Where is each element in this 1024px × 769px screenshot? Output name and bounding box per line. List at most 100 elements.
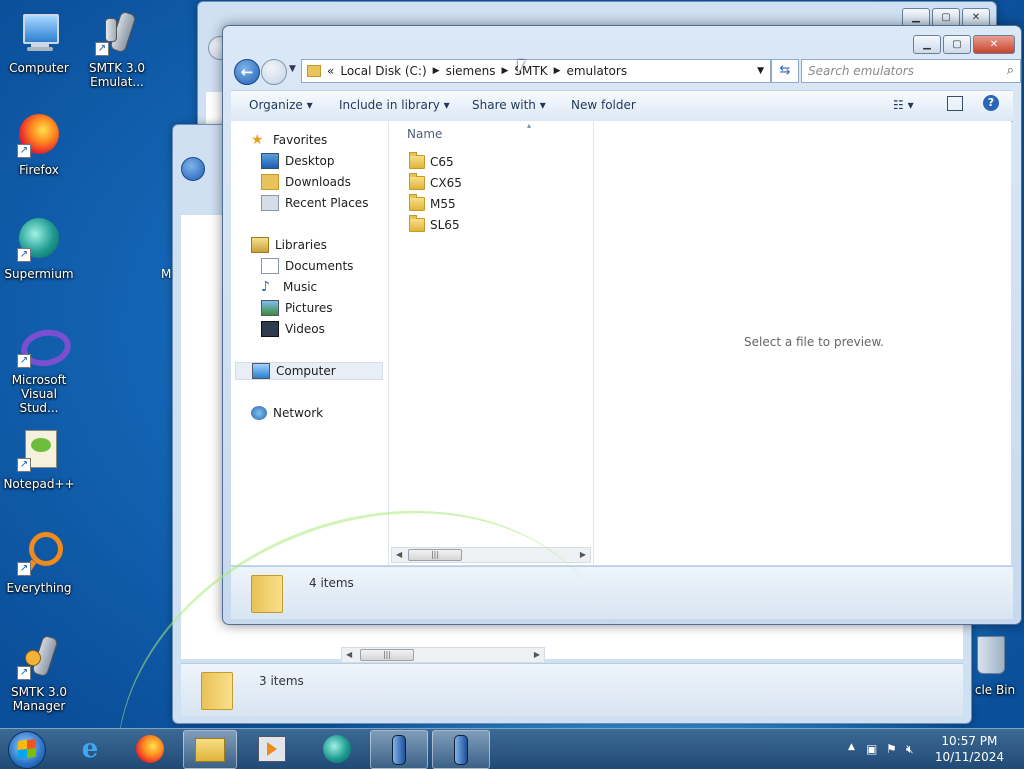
content-area: ★ Favorites Desktop Downloads Recent Pla… (231, 121, 1011, 565)
desktop-icon-visual-studio[interactable]: ↗ Microsoft Visual Stud... (0, 322, 78, 415)
breadcrumb-separator-icon[interactable]: ▶ (501, 66, 508, 76)
nav-favorites[interactable]: ★ Favorites (251, 131, 327, 149)
scroll-right-arrow-icon[interactable]: ▶ (580, 548, 586, 562)
desktop-icon-label: SMTK 3.0 Emulat... (88, 61, 146, 89)
shortcut-arrow-icon: ↗ (95, 42, 109, 56)
windows-explorer-icon (195, 737, 225, 762)
nav-music[interactable]: ♪ Music (261, 278, 317, 296)
refresh-button[interactable]: ⇆ (771, 59, 799, 83)
clock[interactable]: 10:57 PM 10/11/2024 (935, 733, 1004, 765)
partial-label: M (161, 267, 172, 281)
desktop-icon-label: Everything (6, 581, 72, 595)
file-row-c65[interactable]: C65 (409, 152, 454, 171)
organize-button[interactable]: Organize ▾ (249, 98, 313, 112)
scroll-left-arrow-icon[interactable]: ◀ (396, 548, 402, 562)
nav-documents[interactable]: Documents (261, 257, 353, 275)
breadcrumb-siemens[interactable]: siemens (446, 64, 496, 78)
music-icon: ♪ (261, 279, 270, 295)
nav-desktop[interactable]: Desktop (261, 152, 335, 170)
network-icon (251, 406, 267, 420)
horizontal-scrollbar[interactable]: ◀ ||| ▶ (391, 547, 591, 563)
scroll-thumb[interactable]: ||| (408, 549, 462, 561)
desktop-icon-smtk-manager[interactable]: ↗ SMTK 3.0 Manager (0, 634, 78, 713)
shortcut-arrow-icon: ↗ (17, 144, 31, 158)
nav-videos[interactable]: Videos (261, 320, 325, 338)
taskbar-smtk-emulator-2[interactable] (432, 730, 490, 769)
recent-pages-dropdown-icon[interactable]: ▼ (289, 64, 296, 74)
nav-recent-places[interactable]: Recent Places (261, 194, 368, 212)
nav-network[interactable]: Network (251, 404, 323, 422)
share-with-button[interactable]: Share with ▾ (472, 98, 546, 112)
shortcut-arrow-icon: ↗ (17, 458, 31, 472)
scroll-thumb[interactable]: ||| (360, 649, 414, 661)
visual-studio-icon: ↗ (15, 322, 74, 371)
taskbar-supermium[interactable] (309, 730, 365, 767)
scroll-left-arrow-icon[interactable]: ◀ (346, 648, 352, 662)
breadcrumb-overflow[interactable]: « (327, 64, 334, 78)
breadcrumb-local-disk[interactable]: Local Disk (C:) (340, 64, 426, 78)
clock-date: 10/11/2024 (934, 750, 1004, 764)
nav-computer[interactable]: Computer (235, 362, 383, 380)
start-button[interactable] (8, 731, 46, 769)
taskbar-firefox[interactable] (122, 730, 178, 767)
taskbar-media-player[interactable] (244, 730, 300, 767)
star-icon: ★ (251, 132, 264, 148)
volume-muted-icon[interactable]: 🔇︎ (906, 742, 914, 757)
view-options-icon[interactable]: ☷ ▾ (893, 98, 914, 112)
minimize-button[interactable]: ▁ (913, 35, 941, 54)
file-row-cx65[interactable]: CX65 (409, 173, 462, 192)
status-item-count: 4 items (309, 576, 354, 590)
media-player-icon (258, 735, 286, 762)
action-center-flag-icon[interactable]: ⚑ (886, 742, 897, 756)
recent-places-icon (261, 195, 279, 211)
breadcrumb-separator-icon[interactable]: ▶ (554, 66, 561, 76)
mouse-cursor-icon (518, 60, 525, 74)
help-icon[interactable]: ? (983, 95, 999, 111)
network-tray-icon[interactable]: ▣ (866, 742, 877, 756)
videos-icon (261, 321, 279, 337)
preview-pane-icon[interactable] (947, 96, 963, 111)
shortcut-arrow-icon: ↗ (17, 562, 31, 576)
nav-downloads[interactable]: Downloads (261, 173, 351, 191)
downloads-folder-icon (261, 174, 279, 190)
nav-libraries[interactable]: Libraries (251, 236, 327, 254)
desktop-icon-everything[interactable]: ↗ Everything (0, 530, 78, 595)
preview-message: Select a file to preview. (744, 335, 884, 349)
file-row-m55[interactable]: M55 (409, 194, 456, 213)
phone-icon: ↗ (15, 634, 63, 682)
desktop-icon-notepad-plus-plus[interactable]: ↗ Notepad++ (0, 426, 78, 491)
include-in-library-button[interactable]: Include in library ▾ (339, 98, 450, 112)
file-row-sl65[interactable]: SL65 (409, 215, 460, 234)
breadcrumb-emulators[interactable]: emulators (566, 64, 627, 78)
desktop-icon-supermium[interactable]: ↗ Supermium (0, 216, 78, 281)
system-tray: ▲ ▣ ⚑ 🔇︎ 10:57 PM 10/11/2024 (834, 729, 1024, 769)
show-hidden-icons-icon[interactable]: ▲ (848, 742, 855, 752)
explorer-window[interactable]: ▁ ▢ ✕ ← ▼ « Local Disk (C:) ▶ siemens ▶ … (222, 25, 1022, 625)
address-dropdown-icon[interactable]: ▼ (757, 66, 764, 76)
column-header-name[interactable]: Name (407, 127, 442, 141)
back-button[interactable] (181, 157, 205, 181)
firefox-icon: ↗ (15, 112, 63, 160)
desktop-icon-firefox[interactable]: ↗ Firefox (0, 112, 78, 177)
details-pane: 4 items (231, 566, 1013, 619)
maximize-button[interactable]: ▢ (943, 35, 971, 54)
desktop-icon-computer[interactable]: Computer (0, 10, 78, 75)
scroll-right-arrow-icon[interactable]: ▶ (534, 648, 540, 662)
close-button[interactable]: ✕ (973, 35, 1015, 54)
search-input[interactable]: Search emulators (808, 64, 914, 78)
horizontal-scrollbar[interactable]: ◀ ||| ▶ (341, 647, 545, 663)
search-icon[interactable]: ⌕ (1007, 63, 1014, 78)
search-box[interactable]: Search emulators ⌕ (801, 59, 1021, 83)
forward-button[interactable] (261, 59, 287, 85)
taskbar-windows-explorer[interactable] (183, 730, 237, 769)
windows-logo-icon (18, 739, 36, 759)
taskbar-smtk-emulator-1[interactable] (370, 730, 428, 769)
notepad-plus-plus-icon: ↗ (15, 426, 63, 474)
address-bar[interactable]: « Local Disk (C:) ▶ siemens ▶ SMTK ▶ emu… (301, 59, 771, 83)
breadcrumb-separator-icon[interactable]: ▶ (433, 66, 440, 76)
desktop-icon-smtk-emulator[interactable]: ↗ SMTK 3.0 Emulat... (78, 10, 156, 89)
back-button[interactable]: ← (234, 59, 260, 85)
nav-pictures[interactable]: Pictures (261, 299, 333, 317)
new-folder-button[interactable]: New folder (571, 98, 636, 112)
taskbar-internet-explorer[interactable]: e (62, 730, 118, 767)
